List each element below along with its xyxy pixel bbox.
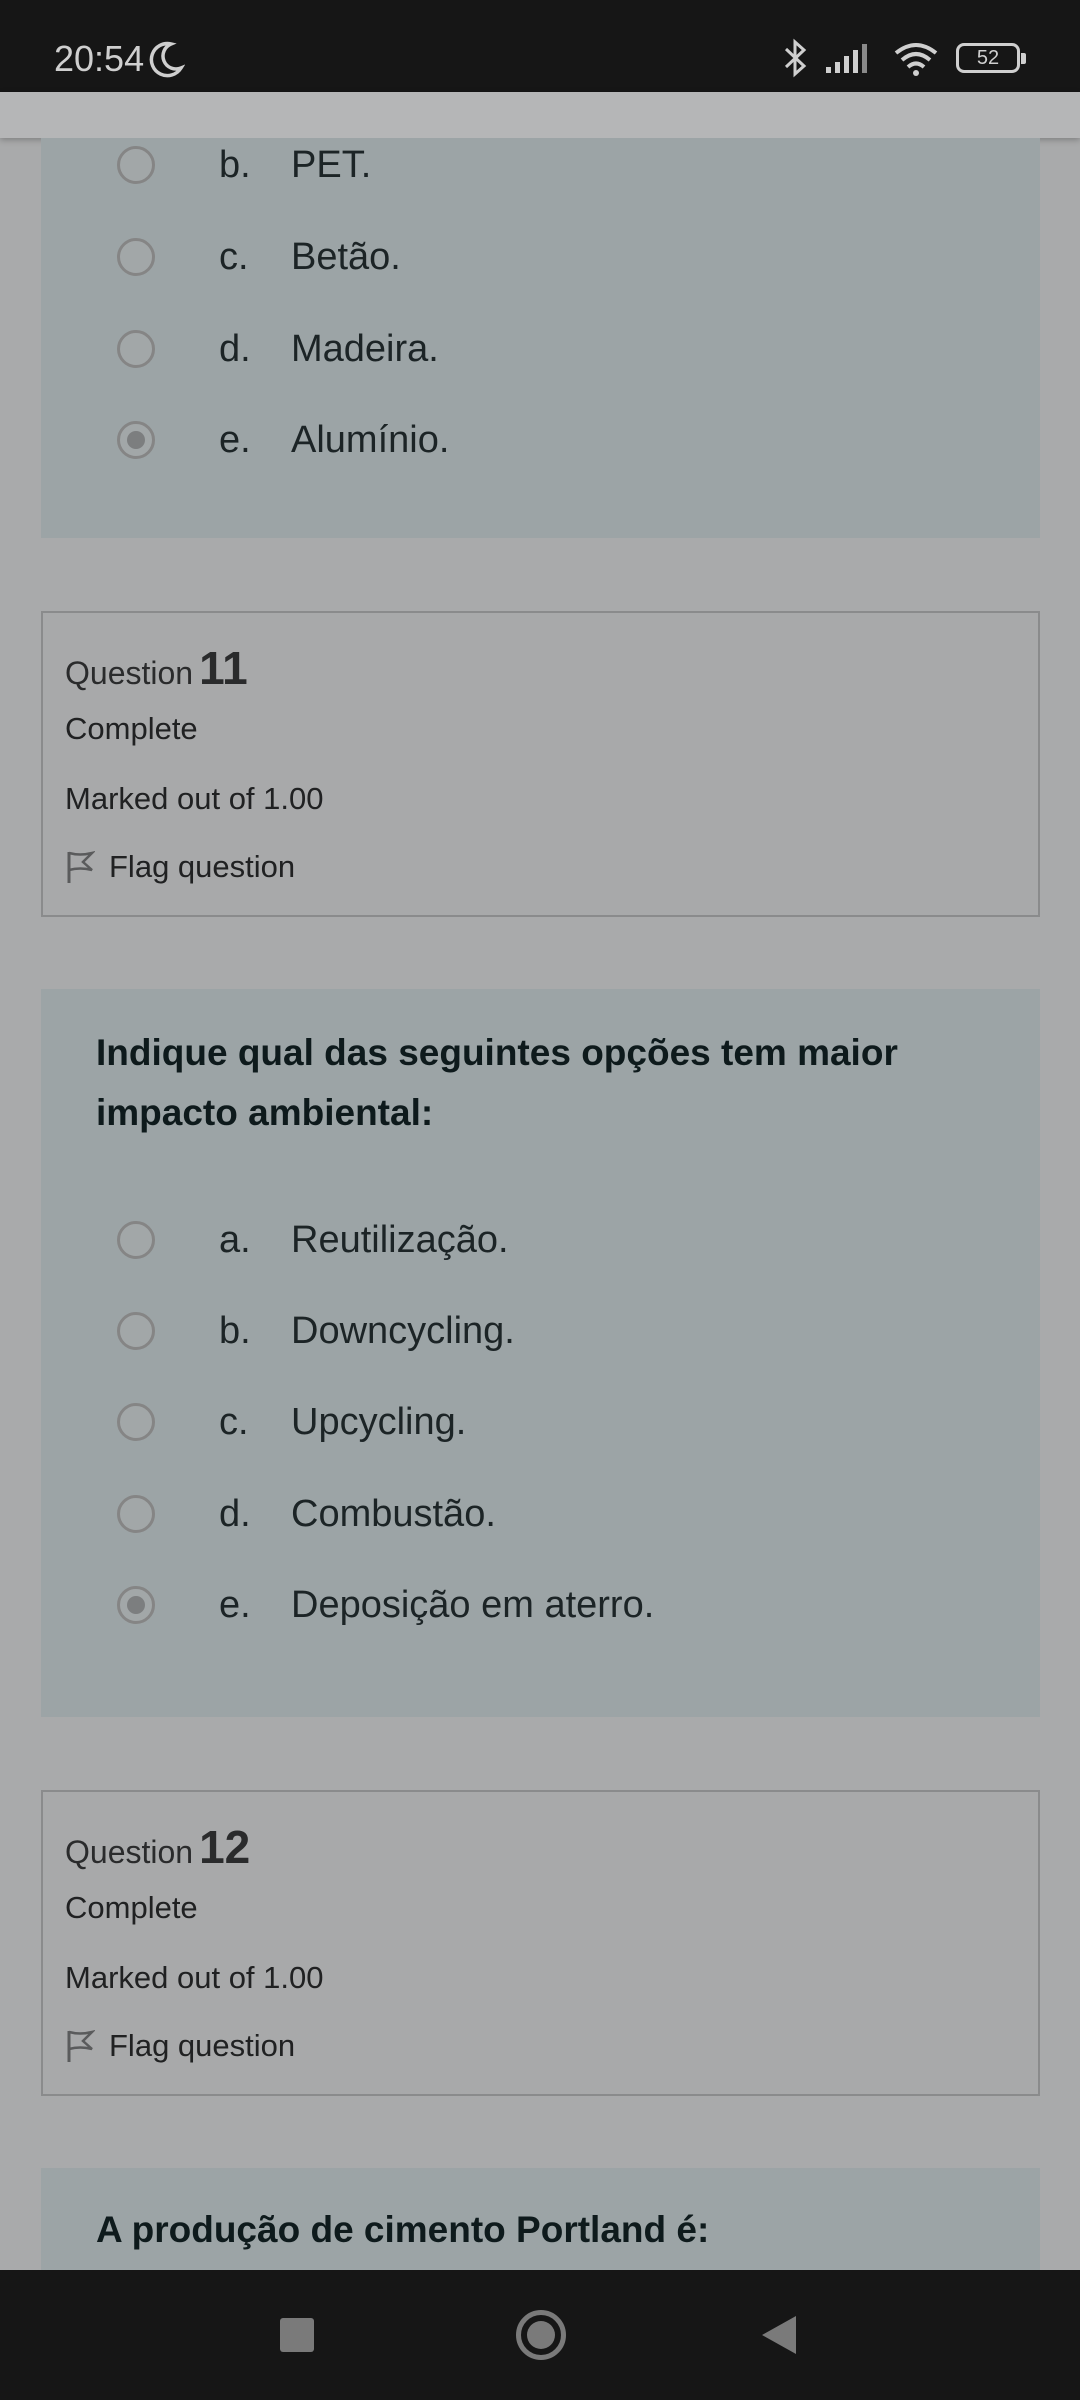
radio-button[interactable] (117, 1221, 155, 1259)
option-letter: c. (219, 235, 249, 278)
option-q10-c[interactable]: c. Betão. (117, 232, 401, 282)
flag-icon (67, 2029, 95, 2062)
battery-icon: 52 (956, 43, 1026, 73)
flag-question-link[interactable]: Flag question (65, 849, 295, 885)
flag-question-link[interactable]: Flag question (65, 2028, 295, 2064)
back-button[interactable] (762, 2316, 796, 2354)
option-letter: d. (219, 327, 251, 370)
radio-button[interactable] (117, 1495, 155, 1533)
option-letter: b. (219, 143, 251, 186)
status-icons: 52 (782, 38, 1026, 78)
option-q10-e[interactable]: e. Alumínio. (117, 415, 449, 465)
option-letter: e. (219, 1583, 251, 1626)
bluetooth-icon (784, 38, 807, 78)
recent-apps-button[interactable] (280, 2318, 314, 2352)
radio-button-selected[interactable] (117, 421, 155, 459)
option-text: Alumínio. (291, 418, 450, 461)
wifi-icon (894, 43, 938, 76)
option-q10-d[interactable]: d. Madeira. (117, 324, 439, 374)
option-q11-c[interactable]: c. Upcycling. (117, 1397, 466, 1447)
radio-button[interactable] (117, 146, 155, 184)
question-10-answer-box: b. PET. c. Betão. d. Madeira. e. Alumíni… (41, 138, 1040, 538)
option-letter: e. (219, 418, 251, 461)
option-letter: a. (219, 1218, 251, 1261)
home-button[interactable] (516, 2310, 566, 2360)
quiz-content: b. PET. c. Betão. d. Madeira. e. Alumíni… (0, 138, 1080, 2270)
radio-button[interactable] (117, 1312, 155, 1350)
option-text: Combustão. (291, 1492, 496, 1535)
question-11-info: Question 11 Complete Marked out of 1.00 F… (41, 611, 1040, 917)
option-q11-a[interactable]: a. Reutilização. (117, 1215, 509, 1265)
question-prompt: Indique qual das seguintes opções tem ma… (96, 1032, 898, 1133)
system-navigation-bar (0, 2270, 1080, 2400)
radio-button-selected[interactable] (117, 1586, 155, 1624)
question-grade: Marked out of 1.00 (65, 781, 324, 816)
radio-button[interactable] (117, 330, 155, 368)
option-text: Deposição em aterro. (291, 1583, 655, 1626)
question-state: Complete (65, 711, 198, 746)
option-letter: d. (219, 1492, 251, 1535)
status-bar: 20:54 52 (0, 0, 1080, 92)
flag-icon (67, 850, 95, 883)
question-11-content: Indique qual das seguintes opções tem ma… (41, 989, 1040, 1717)
option-text: Madeira. (291, 327, 439, 370)
page-header-strip (0, 92, 1080, 138)
question-grade: Marked out of 1.00 (65, 1960, 324, 1995)
radio-button[interactable] (117, 1403, 155, 1441)
option-letter: b. (219, 1309, 251, 1352)
option-text: Downcycling. (291, 1309, 515, 1352)
question-12-content: A produção de cimento Portland é: (41, 2168, 1040, 2270)
option-q11-d[interactable]: d. Combustão. (117, 1489, 496, 1539)
option-letter: c. (219, 1400, 249, 1443)
question-12-info: Question 12 Complete Marked out of 1.00 F… (41, 1790, 1040, 2096)
option-text: Betão. (291, 235, 401, 278)
option-q11-b[interactable]: b. Downcycling. (117, 1306, 515, 1356)
status-time: 20:54 (54, 38, 145, 79)
signal-icon (826, 44, 867, 73)
option-text: Reutilização. (291, 1218, 509, 1261)
question-prompt: A produção de cimento Portland é: (96, 2209, 710, 2250)
option-text: Upcycling. (291, 1400, 467, 1443)
question-number: Question 11 (65, 642, 248, 694)
option-q11-e[interactable]: e. Deposição em aterro. (117, 1580, 654, 1630)
option-text: PET. (291, 143, 372, 186)
question-number: Question 12 (65, 1821, 251, 1873)
do-not-disturb-moon-icon (149, 41, 185, 78)
option-q10-b[interactable]: b. PET. (117, 140, 371, 190)
radio-button[interactable] (117, 238, 155, 276)
question-state: Complete (65, 1890, 198, 1925)
